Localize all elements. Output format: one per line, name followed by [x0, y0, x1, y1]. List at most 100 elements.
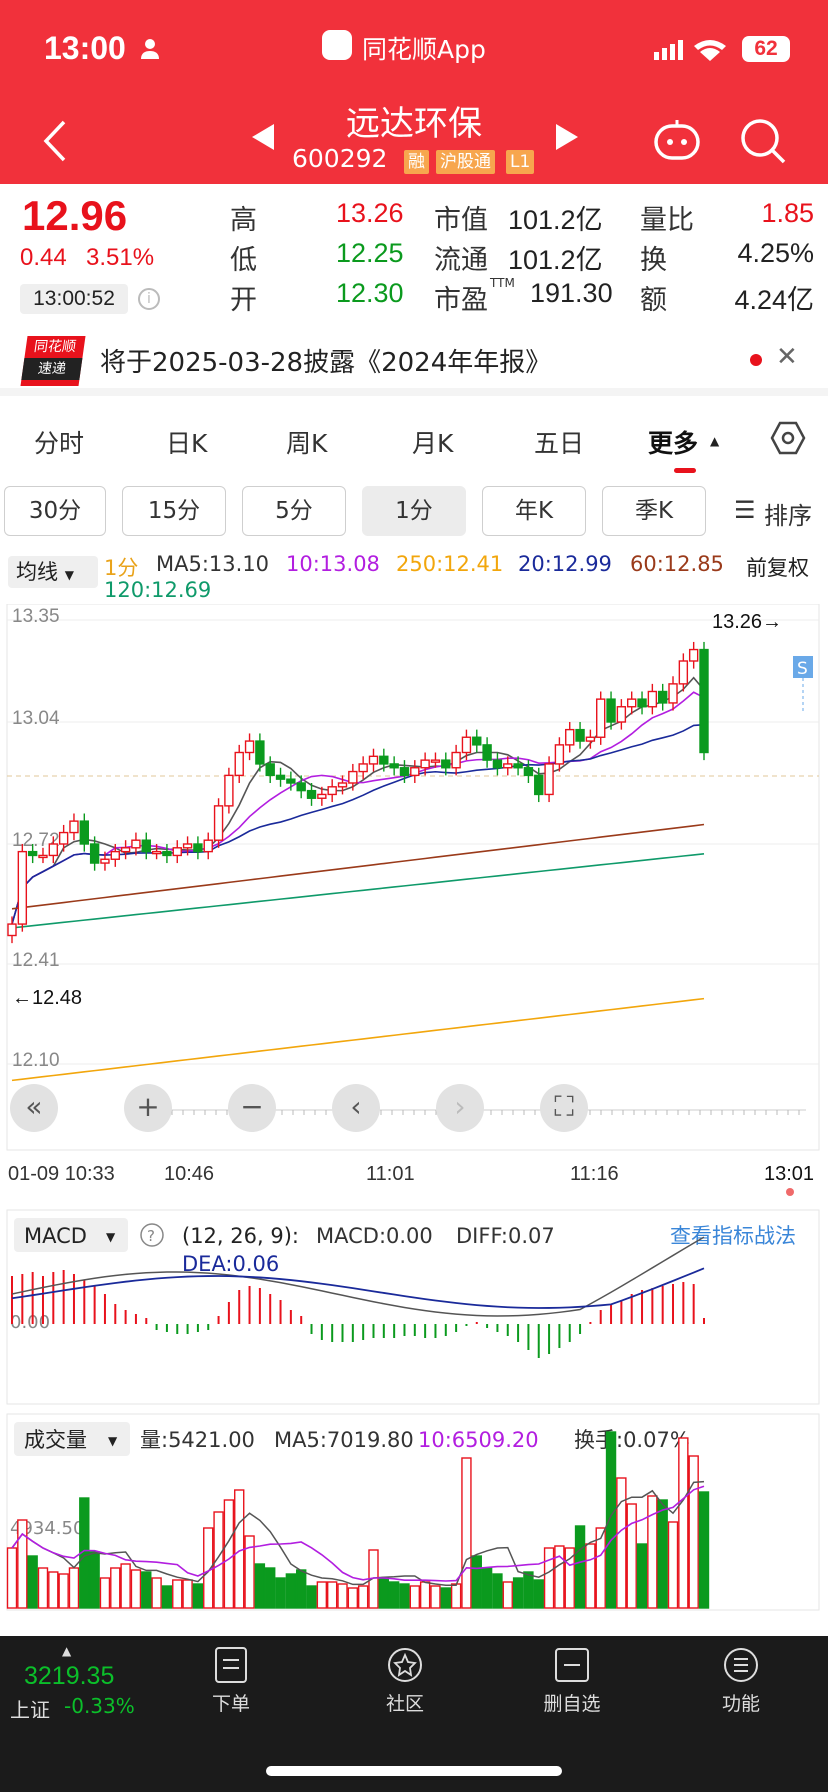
candle — [647, 690, 658, 708]
volume-bar — [120, 1563, 131, 1609]
candle — [668, 683, 678, 704]
robot-assistant-icon[interactable] — [652, 118, 702, 162]
candle — [193, 843, 203, 853]
sort-button[interactable]: 排序 — [764, 496, 812, 531]
sort-menu-icon[interactable]: ☰ — [734, 496, 756, 524]
candle — [17, 850, 28, 925]
volume-bar — [616, 1477, 627, 1609]
functions-menu-icon — [724, 1648, 758, 1682]
tab-more[interactable]: 更多 — [648, 424, 698, 460]
volume-bar — [6, 1547, 18, 1609]
period-quarter-k[interactable]: 季K — [602, 486, 706, 536]
high-value: 13.26 — [336, 198, 404, 228]
candle — [358, 763, 368, 773]
pan-right-icon[interactable]: › — [436, 1084, 484, 1132]
candle — [89, 843, 100, 864]
candle — [234, 751, 244, 777]
candle — [213, 805, 224, 841]
tab-monthly-k[interactable]: 月K — [412, 424, 453, 460]
price-change-pct: 3.51% — [86, 244, 155, 271]
order-button[interactable]: 下单 — [186, 1646, 276, 1716]
info-icon[interactable]: i — [138, 288, 160, 310]
tab-daily-k[interactable]: 日K — [166, 424, 207, 460]
mktcap-label: 市值 — [434, 205, 488, 235]
close-icon[interactable]: ✕ — [776, 342, 798, 372]
tab-five-day[interactable]: 五日 — [534, 424, 584, 460]
zoom-out-icon[interactable]: − — [228, 1084, 276, 1132]
home-indicator[interactable] — [266, 1766, 562, 1776]
volume-bar — [585, 1543, 596, 1609]
indicator-select[interactable]: 均线 ▼ — [8, 556, 98, 588]
period-30m[interactable]: 30分 — [4, 486, 106, 536]
max-price-label: 13.26→ — [712, 611, 782, 633]
volume-value: 量:5421.00 — [140, 1428, 255, 1452]
zoom-in-icon[interactable]: + — [124, 1084, 172, 1132]
remove-watchlist-icon — [555, 1648, 589, 1682]
fullscreen-icon[interactable]: ⛶ — [540, 1084, 588, 1132]
volume-bar — [378, 1577, 390, 1609]
macd-panel[interactable]: MACD ▼ ? (12, 26, 9): MACD:0.00 DIFF:0.0… — [0, 1208, 828, 1408]
unread-dot-icon — [750, 354, 762, 366]
x-tick-label: 10:46 — [164, 1163, 214, 1185]
tab-weekly-k[interactable]: 周K — [286, 424, 327, 460]
candle — [172, 847, 182, 857]
volume-bar — [574, 1525, 586, 1609]
candle — [678, 660, 689, 685]
order-icon — [215, 1647, 247, 1683]
volume-bar — [357, 1585, 369, 1609]
candle — [317, 793, 327, 799]
search-icon[interactable] — [740, 118, 786, 164]
candle — [688, 648, 699, 662]
candle — [48, 843, 59, 857]
volume-bar — [492, 1573, 503, 1609]
volume-panel[interactable]: 成交量 ▼ 量:5421.00 MA5:7019.80 10:6509.20 换… — [0, 1412, 828, 1612]
rewind-icon[interactable]: « — [10, 1084, 58, 1132]
candle — [554, 744, 565, 765]
community-star-icon — [388, 1648, 422, 1682]
candle — [224, 774, 234, 807]
volume-bar — [151, 1577, 162, 1609]
functions-label: 功能 — [721, 1693, 760, 1715]
pan-left-icon[interactable]: ‹ — [332, 1084, 380, 1132]
community-label: 社区 — [385, 1693, 424, 1715]
candle — [472, 736, 482, 746]
expand-up-icon[interactable]: ▲ — [62, 1644, 71, 1658]
adjust-button[interactable]: 前复权 — [746, 552, 809, 582]
period-15m[interactable]: 15分 — [122, 486, 226, 536]
index-pct: -0.33% — [64, 1694, 135, 1718]
next-stock-icon[interactable] — [556, 124, 578, 150]
candle — [327, 786, 337, 796]
candle — [244, 740, 255, 754]
volume-bar — [440, 1587, 451, 1609]
period-5m[interactable]: 5分 — [242, 486, 346, 536]
functions-button[interactable]: 功能 — [696, 1646, 786, 1716]
candle — [430, 759, 441, 763]
tab-intraday[interactable]: 分时 — [34, 424, 84, 460]
period-year-k[interactable]: 年K — [482, 486, 586, 536]
community-button[interactable]: 社区 — [360, 1646, 450, 1716]
macd-zero-label: 0.00 — [10, 1312, 50, 1333]
ma20-label: 20:12.99 — [518, 552, 612, 576]
volume-bar — [636, 1543, 648, 1609]
candle — [503, 763, 513, 769]
period-1m[interactable]: 1分 — [362, 486, 466, 536]
volume-bar — [326, 1581, 338, 1609]
volume-bar — [254, 1563, 266, 1609]
settings-hex-icon[interactable] — [770, 420, 806, 456]
volume-bar — [450, 1583, 462, 1609]
candle — [461, 736, 472, 754]
volume-bar — [667, 1521, 679, 1609]
remove-watchlist-button[interactable]: 删自选 — [528, 1646, 616, 1716]
open-label: 开 — [230, 285, 257, 315]
volume-bar — [657, 1499, 668, 1609]
y-tick-label: 12.41 — [12, 950, 60, 971]
candle — [699, 648, 709, 754]
volume-bar — [347, 1587, 359, 1609]
price-change: 0.44 — [20, 244, 67, 271]
volume-ma5: MA5:7019.80 — [274, 1428, 414, 1452]
candle — [337, 782, 348, 788]
dropdown-icon: ▼ — [106, 1230, 116, 1244]
strategy-link[interactable]: 查看指标战法 — [670, 1224, 796, 1248]
volume-bar — [89, 1551, 100, 1609]
notice-bar[interactable]: 同花顺 速递 将于2025-03-28披露《2024年年报》 ✕ — [0, 324, 828, 396]
